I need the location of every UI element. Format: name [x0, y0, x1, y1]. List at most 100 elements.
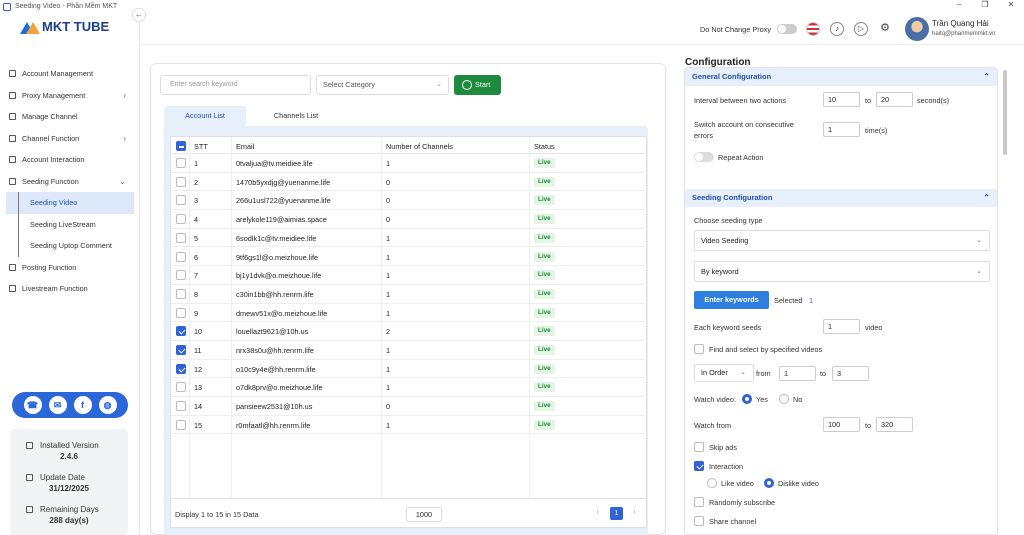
table-row[interactable]: 2 1470b5yxdjg@yuenanme.life 0 Live	[171, 173, 648, 192]
row-checkbox[interactable]	[176, 401, 186, 412]
row-checkbox[interactable]	[176, 288, 186, 299]
table-row[interactable]: 7 bj1y1dvk@o.meizhoue.life 1 Live	[171, 266, 648, 285]
from-input[interactable]: 1	[779, 366, 816, 381]
gear-icon[interactable]: ⚙	[878, 22, 892, 36]
table-row[interactable]: 11 nrx38s0u@hh.renrm.life 1 Live	[171, 341, 648, 360]
row-checkbox[interactable]	[176, 419, 186, 430]
like-video-radio[interactable]	[707, 478, 717, 488]
table-row[interactable]: 4 arelykole119@aimias.space 0 Live	[171, 210, 648, 229]
sidebar-subitem-seeding-uptop-comment[interactable]: Seeding Uptop Comment	[0, 235, 140, 257]
dislike-video-radio[interactable]	[764, 478, 774, 488]
grid-icon	[9, 70, 16, 78]
tab-account-list[interactable]: Account List	[164, 106, 246, 126]
seeding-config-header[interactable]: Seeding Configuration ⌃	[685, 189, 997, 207]
facebook-icon[interactable]: f	[73, 396, 92, 414]
maximize-button[interactable]: ❐	[972, 0, 998, 9]
order-select[interactable]: In Order ⌄	[694, 364, 754, 382]
to-input[interactable]: 3	[832, 366, 869, 381]
row-checkbox[interactable]	[176, 345, 186, 355]
row-checkbox[interactable]	[176, 251, 186, 262]
table-row[interactable]: 10 louellazt9621@10h.us 2 Live	[171, 322, 648, 341]
table-row[interactable]: 5 6sodlk1c@tv.meidiee.life 1 Live	[171, 229, 648, 248]
table-row[interactable]: 15 r0mfaatl@hh.renrm.life 1 Live	[171, 416, 648, 435]
repeat-action-toggle[interactable]	[694, 152, 714, 162]
interval-to-input[interactable]: 20	[876, 92, 913, 107]
sidebar-subitem-seeding-livestream[interactable]: Seeding LiveStream	[0, 213, 140, 236]
sidebar-item-livestream-function[interactable]: Livestream Function	[0, 278, 140, 300]
start-button[interactable]: Start	[454, 75, 501, 95]
sidebar-item-manage-channel[interactable]: Manage Channel	[0, 106, 140, 128]
list-tabs: Account List Channels List	[164, 106, 350, 126]
prev-page-button[interactable]: ‹	[591, 507, 604, 520]
row-channels: 0	[386, 402, 391, 412]
watch-from-input[interactable]: 100	[823, 417, 860, 432]
sidebar-item-posting-function[interactable]: Posting Function	[0, 257, 140, 279]
category-select[interactable]: Select Category ⌄	[316, 75, 449, 95]
row-checkbox[interactable]	[176, 195, 186, 206]
sidebar-subitem-seeding-video[interactable]: Seeding Video	[6, 192, 134, 214]
row-email: louellazt9621@10h.us	[236, 327, 309, 337]
enter-keywords-button[interactable]: Enter keywords	[694, 291, 769, 309]
minimize-button[interactable]: –	[946, 0, 972, 9]
bell-icon[interactable]: ♪	[830, 22, 844, 36]
watch-no-radio[interactable]	[779, 394, 789, 404]
general-config-header[interactable]: General Configuration ⌃	[685, 68, 997, 86]
us-flag-icon[interactable]	[806, 22, 820, 36]
sidebar-item-proxy-management[interactable]: Proxy Management ›	[0, 85, 140, 107]
table-row[interactable]: 3 266u1usl722@yuenanme.life 0 Live	[171, 191, 648, 211]
row-email: 0tvaljua@tv.meidiee.life	[236, 159, 313, 168]
collapse-sidebar-button[interactable]: ←	[132, 8, 146, 22]
support-icon[interactable]: ☎	[23, 396, 42, 414]
page-button-current[interactable]: 1	[610, 507, 623, 520]
avatar[interactable]	[905, 17, 929, 41]
row-checkbox[interactable]	[176, 382, 186, 393]
interval-label: Interval between two actions	[694, 96, 787, 105]
messenger-icon[interactable]: ✉	[48, 396, 67, 414]
next-page-button[interactable]: ›	[628, 507, 641, 520]
table-row[interactable]: 12 o10c9y4e@hh.renrm.life 1 Live	[171, 360, 648, 379]
display-count: Display 1 to 15 in 15 Data	[175, 510, 259, 519]
sidebar-item-channel-function[interactable]: Channel Function ›	[0, 128, 140, 150]
seeding-type-select[interactable]: Video Seeding ⌄	[694, 230, 990, 251]
select-all-checkbox[interactable]	[176, 141, 186, 151]
table-row[interactable]: 8 c30in1bb@hh.renrm.life 1 Live	[171, 285, 648, 304]
sidebar-item-account-interaction[interactable]: Account Interaction	[0, 149, 140, 171]
row-checkbox[interactable]	[176, 214, 186, 225]
config-scrollbar[interactable]	[1003, 70, 1007, 155]
interval-from-input[interactable]: 10	[823, 92, 860, 107]
sidebar-item-account-management[interactable]: Account Management	[0, 63, 140, 85]
interaction-checkbox[interactable]	[694, 461, 704, 471]
watch-yes-radio[interactable]	[742, 394, 752, 404]
switch-account-input[interactable]: 1	[823, 122, 860, 137]
row-checkbox[interactable]	[176, 176, 186, 187]
table-row[interactable]: 1 0tvaljua@tv.meidiee.life 1 Live	[171, 154, 648, 173]
find-select-checkbox[interactable]	[694, 344, 704, 354]
each-keyword-input[interactable]: 1	[823, 319, 860, 334]
installed-version-label: Installed Version	[40, 441, 99, 450]
search-input[interactable]: Enter search keyword	[160, 75, 311, 95]
row-checkbox[interactable]	[176, 307, 186, 318]
row-checkbox[interactable]	[176, 270, 186, 281]
page-size-input[interactable]: 1000	[406, 507, 442, 522]
seed-by-select[interactable]: By keyword ⌄	[694, 261, 990, 282]
status-badge: Live	[534, 401, 555, 412]
table-row[interactable]: 6 9tf6gs1l@o.meizhoue.life 1 Live	[171, 248, 648, 267]
close-button[interactable]: ✕	[998, 0, 1024, 9]
table-row[interactable]: 14 pansieew2531@10h.us 0 Live	[171, 397, 648, 416]
row-checkbox[interactable]	[176, 232, 186, 243]
row-checkbox[interactable]	[176, 158, 186, 168]
table-row[interactable]: 13 o7dk8prv@o.meizhoue.life 1 Live	[171, 378, 648, 398]
watch-to-input[interactable]: 320	[876, 417, 913, 432]
proxy-toggle[interactable]	[777, 24, 797, 34]
row-checkbox[interactable]	[176, 363, 186, 374]
play-icon[interactable]: ▷	[854, 22, 868, 36]
share-channel-checkbox[interactable]	[694, 516, 704, 526]
globe-icon[interactable]: ◍	[98, 396, 117, 414]
sidebar-item-seeding-function[interactable]: Seeding Function ⌄	[0, 171, 140, 193]
skip-ads-checkbox[interactable]	[694, 442, 704, 452]
random-subscribe-checkbox[interactable]	[694, 497, 704, 507]
row-email: nrx38s0u@hh.renrm.life	[236, 346, 314, 355]
table-row[interactable]: 9 dmewv51x@o.meizhoue.life 1 Live	[171, 304, 648, 323]
tab-channels-list[interactable]: Channels List	[254, 106, 338, 126]
row-checkbox[interactable]	[176, 326, 186, 337]
